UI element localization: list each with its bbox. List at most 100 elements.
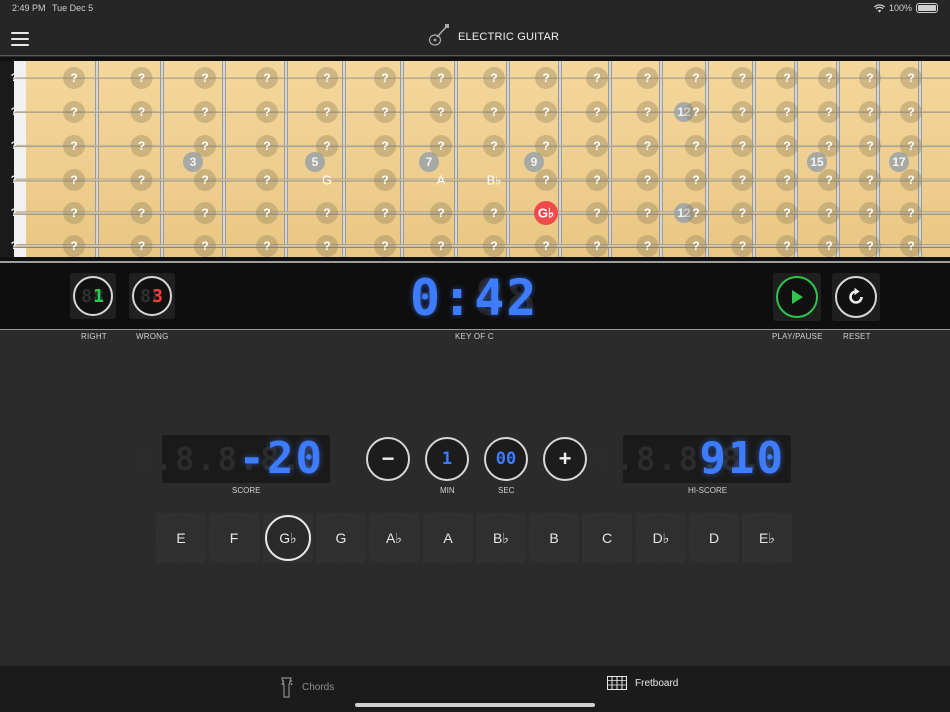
tab-chords-label: Chords <box>302 681 335 693</box>
revealed-note-label: A <box>437 173 446 188</box>
tab-fretboard[interactable]: Fretboard <box>607 676 678 690</box>
unknown-note-mark: ? <box>70 239 77 253</box>
unknown-note-mark: ? <box>490 206 497 220</box>
plus-button[interactable]: + <box>543 437 587 481</box>
unknown-note-mark: ? <box>783 71 790 85</box>
unknown-note-mark: ? <box>201 139 208 153</box>
fret-wire <box>659 61 663 257</box>
seconds-display[interactable]: 00 <box>484 437 528 481</box>
note-button[interactable]: G <box>318 515 364 561</box>
open-string-mark: ? <box>11 240 18 252</box>
wifi-icon <box>873 3 885 13</box>
unknown-note-mark: ? <box>644 71 651 85</box>
tab-chords[interactable]: Chords <box>280 676 334 698</box>
min-label: MIN <box>440 486 455 495</box>
unknown-note-mark: ? <box>138 206 145 220</box>
guitar-string <box>14 144 950 148</box>
reset-label: RESET <box>843 332 871 341</box>
unknown-note-mark: ? <box>381 105 388 119</box>
fret-inlay-number: 9 <box>531 155 538 169</box>
unknown-note-mark: ? <box>907 105 914 119</box>
minus-button[interactable]: − <box>366 437 410 481</box>
fret-inlay-number: 5 <box>312 155 319 169</box>
unknown-note-mark: ? <box>644 206 651 220</box>
unknown-note-mark: ? <box>783 139 790 153</box>
tab-fretboard-label: Fretboard <box>635 677 679 689</box>
unknown-note-mark: ? <box>70 173 77 187</box>
unknown-note-mark: ? <box>907 239 914 253</box>
unknown-note-mark: ? <box>381 206 388 220</box>
unknown-note-mark: ? <box>907 206 914 220</box>
unknown-note-mark: ? <box>783 239 790 253</box>
page-title: ELECTRIC GUITAR <box>458 31 560 43</box>
note-button[interactable]: G♭ <box>265 515 311 561</box>
unknown-note-mark: ? <box>783 173 790 187</box>
unknown-note-mark: ? <box>201 105 208 119</box>
unknown-note-mark: ? <box>739 139 746 153</box>
unknown-note-mark: ? <box>593 239 600 253</box>
unknown-note-mark: ? <box>739 71 746 85</box>
unknown-note-mark: ? <box>323 239 330 253</box>
unknown-note-mark: ? <box>542 173 549 187</box>
unknown-note-mark: ? <box>644 239 651 253</box>
unknown-note-mark: ? <box>490 239 497 253</box>
unknown-note-mark: ? <box>437 239 444 253</box>
note-button[interactable]: A <box>425 515 471 561</box>
play-icon <box>792 290 803 304</box>
app-screen: 2:49 PM Tue Dec 5 100% ELECTRIC GUITAR 3… <box>0 0 950 712</box>
unknown-note-mark: ? <box>866 206 873 220</box>
play-pause-button[interactable] <box>773 273 821 321</box>
timer-value: 0:42 <box>410 269 539 327</box>
note-button[interactable]: E♭ <box>744 515 790 561</box>
guitar-icon <box>428 23 450 52</box>
unknown-note-mark: ? <box>739 105 746 119</box>
note-button[interactable]: F <box>211 515 257 561</box>
unknown-note-mark: ? <box>593 105 600 119</box>
unknown-note-mark: ? <box>907 139 914 153</box>
unknown-note-mark: ? <box>825 71 832 85</box>
note-button[interactable]: D♭ <box>638 515 684 561</box>
unknown-note-mark: ? <box>739 239 746 253</box>
unknown-note-mark: ? <box>490 139 497 153</box>
unknown-note-mark: ? <box>70 139 77 153</box>
right-counter: 88 1 <box>70 273 116 319</box>
unknown-note-mark: ? <box>138 239 145 253</box>
fretboard[interactable]: 3 5 7 9 12 12 15 17????????????????????????????… <box>0 57 950 261</box>
unknown-note-mark: ? <box>692 105 699 119</box>
unknown-note-mark: ? <box>866 239 873 253</box>
guitar-string <box>14 77 950 79</box>
fret-wire <box>342 61 346 257</box>
fretboard-svg[interactable]: 3 5 7 9121215 17????????????????????????????… <box>0 61 950 257</box>
unknown-note-mark: ? <box>70 105 77 119</box>
revealed-note-label: B♭ <box>487 173 502 188</box>
unknown-note-mark: ? <box>866 71 873 85</box>
note-button[interactable]: E <box>158 515 204 561</box>
score-display: 8.8.8.8.8 -20 <box>133 435 330 483</box>
note-button[interactable]: B <box>531 515 577 561</box>
note-button[interactable]: A♭ <box>371 515 417 561</box>
note-button[interactable]: D <box>691 515 737 561</box>
unknown-note-mark: ? <box>381 139 388 153</box>
open-string-mark: ? <box>11 207 18 219</box>
fret-inlay-number: 15 <box>810 155 824 169</box>
note-button[interactable]: C <box>584 515 630 561</box>
unknown-note-mark: ? <box>644 173 651 187</box>
unknown-note-mark: ? <box>644 105 651 119</box>
hamburger-menu-button[interactable] <box>11 32 29 46</box>
reset-button[interactable] <box>832 273 880 321</box>
minutes-display[interactable]: 1 <box>425 437 469 481</box>
open-string-mark: ? <box>11 174 18 186</box>
unknown-note-mark: ? <box>490 71 497 85</box>
note-button[interactable]: B♭ <box>478 515 524 561</box>
unknown-note-mark: ? <box>323 71 330 85</box>
open-string-mark: ? <box>11 106 18 118</box>
revealed-note-label: G <box>322 173 332 188</box>
fret-wire <box>794 61 798 257</box>
unknown-note-mark: ? <box>692 71 699 85</box>
open-string-mark: ? <box>11 72 18 84</box>
unknown-note-mark: ? <box>323 139 330 153</box>
title-group: ELECTRIC GUITAR <box>428 23 560 52</box>
unknown-note-mark: ? <box>866 105 873 119</box>
unknown-note-mark: ? <box>825 139 832 153</box>
fret-wire <box>506 61 510 257</box>
